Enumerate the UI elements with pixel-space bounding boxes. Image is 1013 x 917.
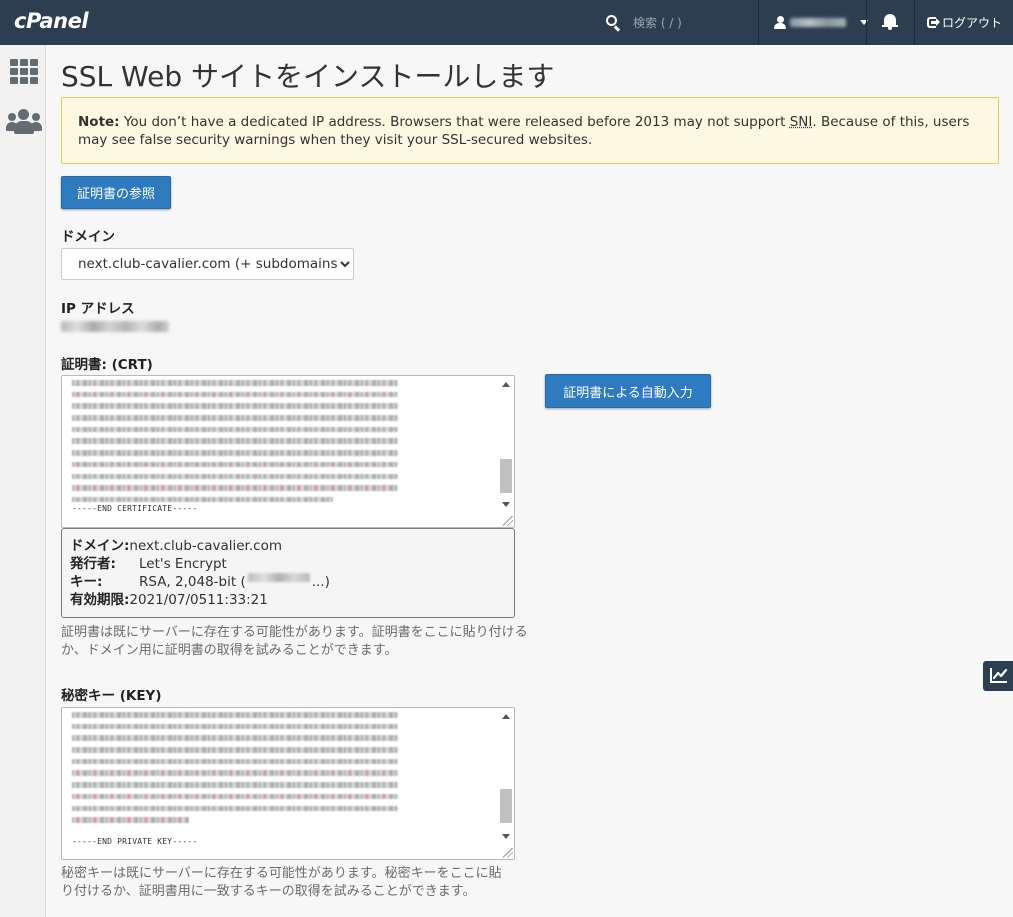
- line-chart-icon: [990, 668, 1008, 683]
- private-key-scrollbar[interactable]: [499, 709, 513, 845]
- certificate-content-redacted: [72, 380, 398, 509]
- users-icon[interactable]: [6, 109, 42, 135]
- private-key-label: 秘密キー (KEY): [61, 688, 162, 704]
- scroll-down-arrow-icon[interactable]: [502, 502, 510, 507]
- sni-abbr[interactable]: SNI: [790, 114, 813, 130]
- cert-expiry-key: 有効期限:: [70, 592, 130, 608]
- username-redacted: [790, 18, 846, 27]
- private-key-help-text: 秘密キーは既にサーバーに存在する可能性があります。秘密キーをここに貼り付けるか、…: [61, 866, 502, 899]
- logout-link[interactable]: ログアウト: [927, 0, 1002, 45]
- cert-domain-row: ドメイン: next.club-cavalier.com: [70, 537, 506, 555]
- logout-icon: [927, 17, 940, 28]
- user-menu[interactable]: [774, 0, 868, 45]
- user-icon: [774, 16, 786, 29]
- cpanel-logo[interactable]: cPanel: [14, 9, 89, 33]
- certificate-end-marker: -----END CERTIFICATE-----: [72, 504, 198, 513]
- cert-expiry-value: 2021/07/0511:33:21: [129, 592, 268, 608]
- cert-domain-key: ドメイン:: [70, 538, 130, 554]
- cert-issuer-key: 発行者:: [70, 556, 116, 572]
- domain-label: ドメイン: [61, 229, 115, 245]
- navbar-divider: [914, 0, 915, 45]
- search-input[interactable]: [633, 15, 753, 30]
- stats-panel-toggle[interactable]: [983, 661, 1013, 691]
- search-bar[interactable]: [606, 0, 753, 45]
- resize-grip-icon[interactable]: [503, 516, 513, 526]
- resize-grip-icon[interactable]: [503, 848, 513, 858]
- scroll-up-arrow-icon[interactable]: [502, 382, 510, 387]
- search-icon[interactable]: [606, 14, 622, 31]
- cert-key-row: キー: RSA, 2,048-bit ( ...): [70, 573, 506, 591]
- cert-expiry-row: 有効期限: 2021/07/0511:33:21: [70, 591, 506, 609]
- private-key-content-redacted: [72, 712, 398, 829]
- cert-issuer-value: Let's Encrypt: [139, 556, 227, 572]
- note-text: You don’t have a dedicated IP address. B…: [119, 114, 790, 130]
- top-navbar: cPanel ログアウト: [0, 0, 1013, 45]
- autofill-by-certificate-button[interactable]: 証明書による自動入力: [545, 374, 711, 408]
- note-label: Note:: [78, 114, 120, 130]
- left-sidebar: [0, 45, 46, 917]
- cert-key-key: キー:: [70, 574, 103, 590]
- private-key-textarea[interactable]: -----END PRIVATE KEY-----: [61, 707, 515, 860]
- domain-select[interactable]: next.club-cavalier.com (+ subdomains): [61, 248, 354, 280]
- certificate-help-text: 証明書は既にサーバーに存在する可能性があります。証明書をここに貼り付けるか、ドメ…: [61, 625, 528, 658]
- scroll-thumb[interactable]: [500, 459, 512, 493]
- scroll-thumb[interactable]: [500, 789, 512, 823]
- browse-certificates-button[interactable]: 証明書の参照: [61, 176, 171, 209]
- ip-address-label: IP アドレス: [61, 301, 135, 317]
- certificate-details: ドメイン: next.club-cavalier.com 発行者: Let's En…: [61, 528, 515, 618]
- key-id-redacted: [247, 573, 310, 582]
- apps-grid-icon[interactable]: [10, 59, 38, 84]
- cert-key-value-prefix: RSA, 2,048-bit (: [139, 574, 246, 590]
- scroll-up-arrow-icon[interactable]: [502, 714, 510, 719]
- page-title: SSL Web サイトをインストールします: [61, 60, 555, 93]
- logout-label: ログアウト: [942, 16, 1003, 30]
- certificate-label: 証明書: (CRT): [61, 357, 153, 373]
- cert-key-value-suffix: ...): [311, 574, 330, 590]
- private-key-end-marker: -----END PRIVATE KEY-----: [72, 837, 198, 846]
- cert-domain-value: next.club-cavalier.com: [129, 538, 282, 554]
- navbar-divider: [866, 0, 867, 45]
- certificate-textarea[interactable]: -----END CERTIFICATE-----: [61, 375, 515, 528]
- navbar-divider: [758, 0, 759, 45]
- scroll-down-arrow-icon[interactable]: [502, 834, 510, 839]
- cert-issuer-row: 発行者: Let's Encrypt: [70, 555, 506, 573]
- bell-icon[interactable]: [882, 14, 898, 31]
- ip-address-value-redacted: [61, 321, 169, 332]
- sni-warning-note: Note: You don’t have a dedicated IP addr…: [61, 97, 999, 164]
- certificate-scrollbar[interactable]: [499, 377, 513, 513]
